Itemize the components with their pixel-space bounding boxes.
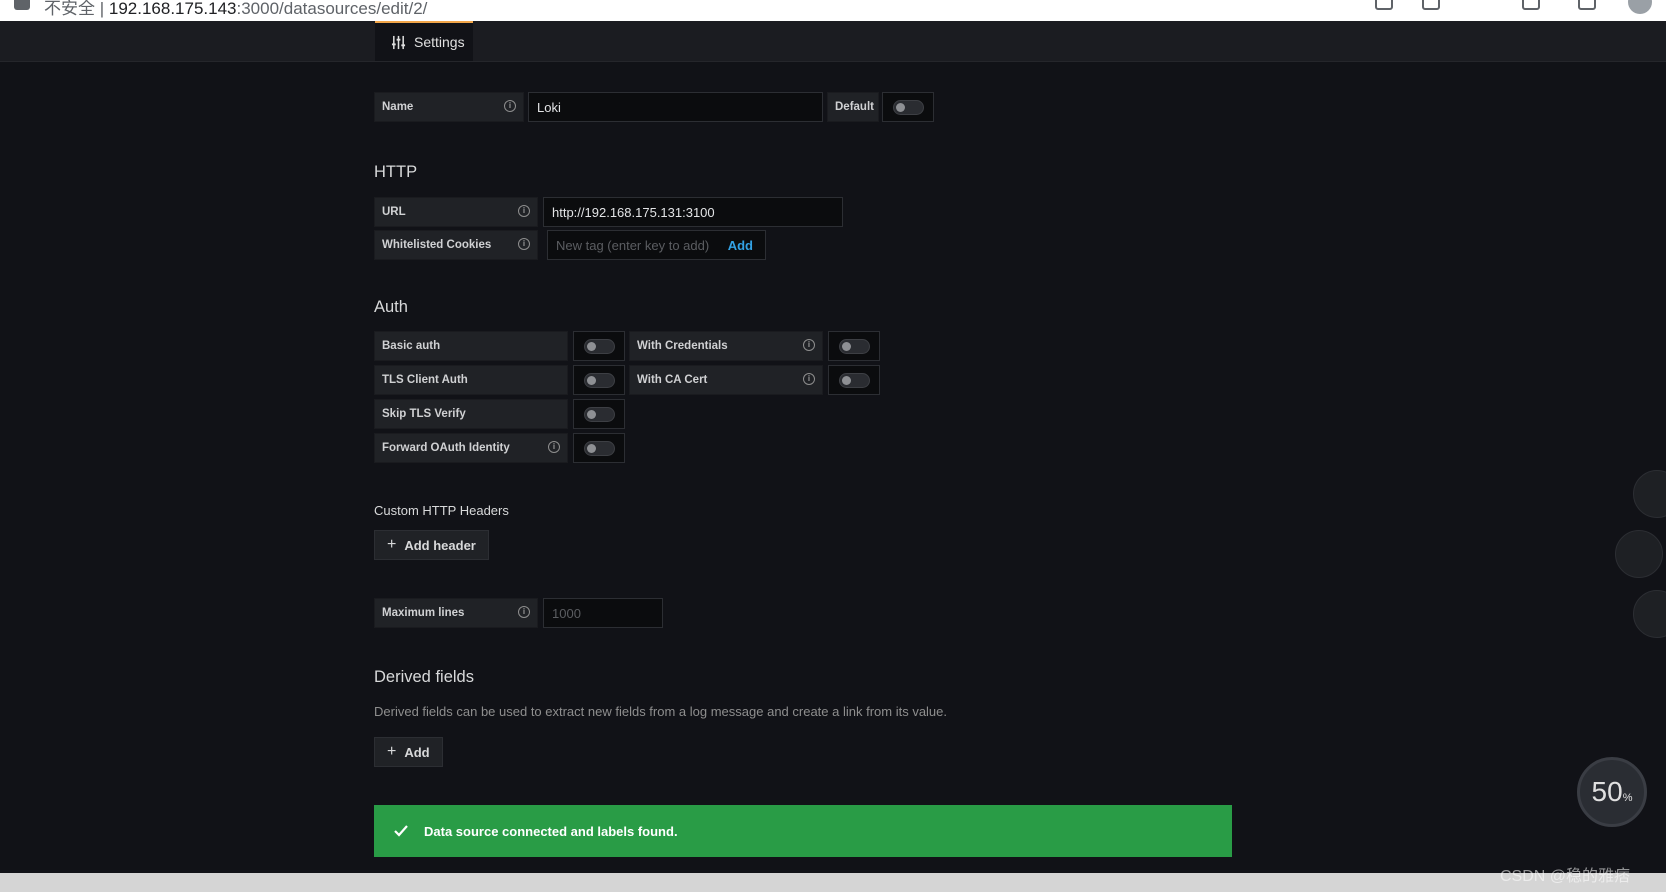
check-icon <box>394 825 408 837</box>
with-credentials-label-text: With Credentials <box>637 340 728 352</box>
derived-fields-title: Derived fields <box>374 668 474 686</box>
default-toggle-box <box>882 92 934 122</box>
maximum-lines-input[interactable]: 1000 <box>543 598 663 628</box>
warning-icon <box>14 0 30 10</box>
security-label: 不安全 <box>44 0 95 18</box>
plus-icon: + <box>387 743 397 760</box>
http-section-title: HTTP <box>374 163 418 181</box>
with-ca-cert-toggle-box <box>828 365 880 395</box>
page-header-band <box>0 21 1666 62</box>
taskbar <box>0 873 1666 892</box>
zoom-icon[interactable] <box>1375 0 1393 10</box>
name-input[interactable]: Loki <box>528 92 823 122</box>
basic-auth-toggle[interactable] <box>584 339 615 354</box>
whitelisted-cookies-label-text: Whitelisted Cookies <box>382 239 492 251</box>
cookies-placeholder: New tag (enter key to add) <box>556 237 710 253</box>
name-label: Name <box>374 92 524 122</box>
forward-oauth-toggle-box <box>573 433 625 463</box>
alert-message: Data source connected and labels found. <box>424 823 678 839</box>
tls-client-auth-toggle[interactable] <box>584 373 615 388</box>
derived-fields-description: Derived fields can be used to extract ne… <box>374 704 948 719</box>
info-icon[interactable]: i <box>518 606 530 618</box>
monitor-icon[interactable] <box>1633 590 1666 638</box>
url-label: URL <box>374 197 538 227</box>
skip-tls-verify-toggle-box <box>573 399 625 429</box>
watermark: CSDN @稳的雅痞 <box>1500 868 1631 885</box>
info-icon[interactable]: i <box>504 100 516 112</box>
url-input[interactable]: http://192.168.175.131:3100 <box>543 197 843 227</box>
name-label-text: Name <box>382 101 414 113</box>
leaf-icon[interactable] <box>1615 530 1663 578</box>
with-ca-cert-label-text: With CA Cert <box>637 374 708 386</box>
tls-client-auth-toggle-box <box>573 365 625 395</box>
info-icon[interactable]: i <box>518 238 530 250</box>
default-label: Default <box>827 92 879 122</box>
basic-auth-toggle-box <box>573 331 625 361</box>
profile-avatar[interactable] <box>1628 0 1652 14</box>
with-ca-cert-label: With CA Cert <box>629 365 823 395</box>
info-icon[interactable]: i <box>548 441 560 453</box>
tab-settings[interactable]: Settings <box>375 21 473 61</box>
success-alert: Data source connected and labels found. <box>374 805 1232 857</box>
url-input-value: http://192.168.175.131:3100 <box>552 204 715 220</box>
with-credentials-toggle[interactable] <box>839 339 870 354</box>
info-icon[interactable]: i <box>803 373 815 385</box>
default-label-text: Default <box>835 101 874 113</box>
info-icon[interactable]: i <box>803 339 815 351</box>
plus-icon: + <box>387 536 397 553</box>
forward-oauth-label-text: Forward OAuth Identity <box>382 442 510 454</box>
tls-client-auth-label-text: TLS Client Auth <box>382 374 468 386</box>
forward-oauth-toggle[interactable] <box>584 441 615 456</box>
address-path: :3000/datasources/edit/2/ <box>236 0 428 18</box>
rocket-icon[interactable] <box>1633 470 1666 518</box>
favorites-icon[interactable] <box>1522 0 1540 10</box>
skip-tls-verify-label-text: Skip TLS Verify <box>382 408 466 420</box>
maximum-lines-label: Maximum lines <box>374 598 538 628</box>
cookies-add-button[interactable]: Add <box>728 238 753 253</box>
sliders-icon <box>391 35 406 49</box>
add-derived-field-label: Add <box>404 744 430 760</box>
tls-client-auth-label: TLS Client Auth <box>374 365 568 395</box>
url-label-text: URL <box>382 206 406 218</box>
gauge-unit: % <box>1622 792 1633 804</box>
extension-icon[interactable] <box>1422 0 1440 10</box>
custom-headers-title: Custom HTTP Headers <box>374 503 509 518</box>
tab-settings-label: Settings <box>414 34 465 50</box>
address-text[interactable]: 不安全 | 192.168.175.143:3000/datasources/e… <box>44 0 427 19</box>
forward-oauth-label: Forward OAuth Identity <box>374 433 568 463</box>
with-ca-cert-toggle[interactable] <box>839 373 870 388</box>
name-input-value: Loki <box>537 99 561 115</box>
add-header-label: Add header <box>404 537 476 553</box>
maximum-lines-label-text: Maximum lines <box>382 607 465 619</box>
address-host: 192.168.175.143 <box>108 0 237 18</box>
collections-icon[interactable] <box>1578 0 1596 10</box>
add-header-button[interactable]: + Add header <box>374 530 489 560</box>
skip-tls-verify-label: Skip TLS Verify <box>374 399 568 429</box>
skip-tls-verify-toggle[interactable] <box>584 407 615 422</box>
browser-address-bar: 不安全 | 192.168.175.143:3000/datasources/e… <box>0 0 1666 22</box>
add-derived-field-button[interactable]: + Add <box>374 737 443 767</box>
auth-section-title: Auth <box>374 298 408 316</box>
whitelisted-cookies-label: Whitelisted Cookies <box>374 230 538 260</box>
basic-auth-label-text: Basic auth <box>382 340 441 352</box>
performance-gauge[interactable]: 50% <box>1577 757 1647 827</box>
with-credentials-label: With Credentials <box>629 331 823 361</box>
cookies-tag-input[interactable]: New tag (enter key to add) Add <box>547 230 766 260</box>
with-credentials-toggle-box <box>828 331 880 361</box>
default-toggle[interactable] <box>893 100 924 115</box>
maximum-lines-placeholder: 1000 <box>552 605 581 621</box>
basic-auth-label: Basic auth <box>374 331 568 361</box>
info-icon[interactable]: i <box>518 205 530 217</box>
gauge-value: 50 <box>1591 776 1623 807</box>
